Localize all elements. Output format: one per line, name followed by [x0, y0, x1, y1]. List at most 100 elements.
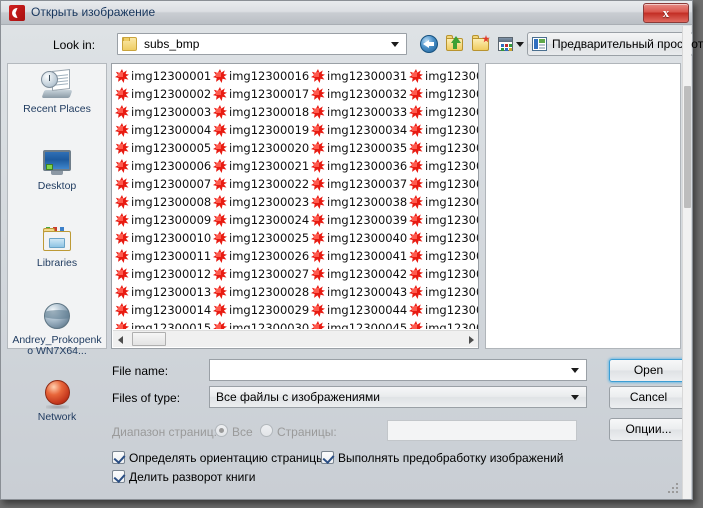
detect-page-orientation-checkbox[interactable] [112, 451, 125, 464]
view-mode-icon[interactable] [497, 34, 517, 54]
file-list-item[interactable]: img12300016 [213, 67, 313, 85]
file-list-item[interactable]: img12300011 [115, 247, 215, 265]
open-button[interactable]: Open [609, 359, 688, 382]
dialog-vertical-scrollbar[interactable] [682, 26, 691, 499]
file-list-item[interactable]: img12300002 [115, 85, 215, 103]
file-list-item[interactable]: img12300060 [409, 319, 478, 329]
file-list-item[interactable]: img12300020 [213, 139, 313, 157]
file-list-item[interactable]: img12300018 [213, 103, 313, 121]
file-list-item[interactable]: img12300017 [213, 85, 313, 103]
file-list[interactable]: img12300001 img12300002 img12300003 img1230… [111, 63, 479, 349]
file-list-item[interactable]: img12300043 [311, 283, 411, 301]
scroll-left-button[interactable] [113, 331, 130, 347]
file-list-item[interactable]: img12300055 [409, 229, 478, 247]
file-list-item-label: img12300034 [327, 123, 408, 137]
files-of-type-label: Files of type: [112, 391, 181, 405]
file-list-item[interactable]: img12300015 [115, 319, 215, 329]
file-list-item[interactable]: img12300004 [115, 121, 215, 139]
file-list-item[interactable]: img12300037 [311, 175, 411, 193]
look-in-combobox[interactable]: subs_bmp [117, 33, 407, 55]
file-list-item[interactable]: img12300024 [213, 211, 313, 229]
file-list-item[interactable]: img12300008 [115, 193, 215, 211]
file-list-item[interactable]: img12300052 [409, 175, 478, 193]
file-list-item[interactable]: img12300059 [409, 301, 478, 319]
cancel-button[interactable]: Cancel [609, 386, 688, 409]
chevron-down-icon[interactable] [571, 395, 579, 400]
sidebar-item-network[interactable]: Network [8, 378, 106, 449]
back-icon[interactable] [419, 34, 439, 54]
file-list-item[interactable]: img12300007 [115, 175, 215, 193]
file-list-item[interactable]: img12300038 [311, 193, 411, 211]
page-range-pages-radio[interactable] [260, 424, 273, 437]
scroll-right-button[interactable] [462, 331, 478, 347]
file-list-item[interactable]: img12300058 [409, 283, 478, 301]
sidebar-item-libraries[interactable]: Libraries [8, 224, 106, 295]
file-list-item[interactable]: img12300029 [213, 301, 313, 319]
file-list-item[interactable]: img12300028 [213, 283, 313, 301]
view-mode-chevron-down-icon[interactable] [516, 42, 524, 47]
file-list-item[interactable]: img12300046 [409, 67, 478, 85]
file-list-item[interactable]: img12300001 [115, 67, 215, 85]
close-button[interactable]: x [643, 3, 689, 23]
file-list-item[interactable]: img12300010 [115, 229, 215, 247]
file-list-item[interactable]: img12300031 [311, 67, 411, 85]
file-list-item[interactable]: img12300021 [213, 157, 313, 175]
file-list-item[interactable]: img12300009 [115, 211, 215, 229]
chevron-down-icon[interactable] [571, 368, 579, 373]
sidebar-item-desktop[interactable]: Desktop [8, 147, 106, 218]
file-list-item[interactable]: img12300049 [409, 121, 478, 139]
scrollbar-thumb[interactable] [132, 332, 166, 346]
image-file-icon [115, 69, 129, 83]
file-list-item[interactable]: img12300045 [311, 319, 411, 329]
file-list-item[interactable]: img12300051 [409, 157, 478, 175]
up-folder-icon[interactable] [445, 34, 465, 54]
preview-toggle-button[interactable]: Предварительный просмотр [527, 32, 703, 56]
resize-grip[interactable] [667, 483, 680, 496]
file-list-item[interactable]: img12300039 [311, 211, 411, 229]
options-button[interactable]: Опции... [609, 418, 688, 441]
file-list-item[interactable]: img12300022 [213, 175, 313, 193]
file-list-item[interactable]: img12300047 [409, 85, 478, 103]
sidebar-item-recent-places[interactable]: Recent Places [8, 69, 106, 141]
file-list-item[interactable]: img12300057 [409, 265, 478, 283]
file-list-item[interactable]: img12300042 [311, 265, 411, 283]
page-range-all-radio[interactable] [215, 424, 228, 437]
file-list-item[interactable]: img12300053 [409, 193, 478, 211]
file-list-item[interactable]: img12300033 [311, 103, 411, 121]
sidebar-item-computer[interactable]: Andrey_Prokopenko WN7X64... [8, 301, 106, 372]
split-book-spread-checkbox[interactable] [112, 470, 125, 483]
preview-pane-icon [532, 37, 547, 51]
file-list-item[interactable]: img12300026 [213, 247, 313, 265]
file-list-item[interactable]: img12300034 [311, 121, 411, 139]
file-list-item[interactable]: img12300027 [213, 265, 313, 283]
file-list-item[interactable]: img12300041 [311, 247, 411, 265]
file-list-item[interactable]: img12300003 [115, 103, 215, 121]
file-list-item[interactable]: img12300056 [409, 247, 478, 265]
new-folder-icon[interactable] [471, 34, 491, 54]
file-list-item[interactable]: img12300040 [311, 229, 411, 247]
file-list-item[interactable]: img12300044 [311, 301, 411, 319]
files-of-type-combobox[interactable]: Все файлы с изображениями [209, 386, 587, 408]
file-list-item[interactable]: img12300019 [213, 121, 313, 139]
chevron-down-icon[interactable] [391, 42, 399, 47]
file-list-item[interactable]: img12300005 [115, 139, 215, 157]
file-list-horizontal-scrollbar[interactable] [113, 330, 478, 347]
file-list-item[interactable]: img12300014 [115, 301, 215, 319]
file-list-item[interactable]: img12300006 [115, 157, 215, 175]
scrollbar-thumb[interactable] [684, 86, 691, 208]
file-list-item[interactable]: img12300012 [115, 265, 215, 283]
page-range-input[interactable] [387, 420, 577, 441]
file-name-input[interactable] [209, 359, 587, 381]
computer-globe-icon [41, 301, 73, 333]
file-list-item[interactable]: img12300032 [311, 85, 411, 103]
file-list-item[interactable]: img12300025 [213, 229, 313, 247]
file-list-item[interactable]: img12300030 [213, 319, 313, 329]
file-list-item[interactable]: img12300013 [115, 283, 215, 301]
file-list-item[interactable]: img12300023 [213, 193, 313, 211]
file-list-item[interactable]: img12300048 [409, 103, 478, 121]
file-list-item[interactable]: img12300054 [409, 211, 478, 229]
image-preprocessing-checkbox[interactable] [321, 451, 334, 464]
file-list-item[interactable]: img12300036 [311, 157, 411, 175]
file-list-item[interactable]: img12300050 [409, 139, 478, 157]
file-list-item[interactable]: img12300035 [311, 139, 411, 157]
